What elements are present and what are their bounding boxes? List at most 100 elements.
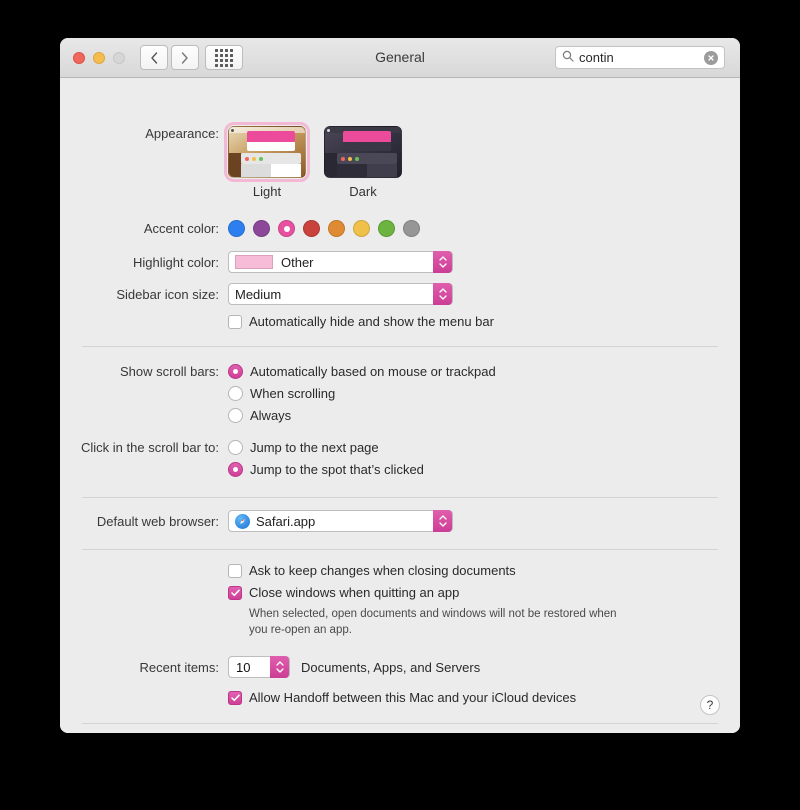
help-button[interactable]: ?: [700, 695, 720, 715]
scroll-click-option-next-page[interactable]: Jump to the next page: [228, 440, 424, 455]
appearance-option-light[interactable]: Light: [224, 122, 310, 199]
chevron-updown-icon[interactable]: [433, 283, 452, 305]
scroll-bars-options: Automatically based on mouse or trackpad…: [228, 364, 496, 423]
scroll-bars-label-scrolling: When scrolling: [250, 386, 336, 401]
dark-theme-label: Dark: [349, 184, 377, 199]
scroll-bars-option-scrolling[interactable]: When scrolling: [228, 386, 496, 401]
scroll-bars-option-always[interactable]: Always: [228, 408, 496, 423]
appearance-option-dark[interactable]: Dark: [324, 126, 402, 199]
accent-swatch-blue[interactable]: [228, 220, 245, 237]
accent-swatch-graphite[interactable]: [403, 220, 420, 237]
thumb-window-titlebar: [343, 131, 391, 142]
scroll-bars-label-always: Always: [250, 408, 292, 423]
sidebar-icon-size-label: Sidebar icon size:: [116, 286, 219, 302]
autohide-menubar-control: Automatically hide and show the menu bar: [228, 314, 494, 329]
handoff-row: Allow Handoff between this Mac and your …: [60, 690, 576, 705]
thumb-document-secondary: [367, 164, 397, 177]
search-input[interactable]: contin: [579, 50, 704, 65]
appearance-label: Appearance:: [145, 126, 219, 141]
checkmark-icon: [230, 694, 240, 701]
scroll-click-row: Click in the scroll bar to: Jump to the …: [60, 440, 424, 477]
accent-swatch-green[interactable]: [378, 220, 395, 237]
accent-swatch-purple[interactable]: [253, 220, 270, 237]
sidebar-icon-size-row: Sidebar icon size: Medium: [60, 283, 453, 305]
accent-color-row: Accent color:: [60, 220, 420, 237]
recent-items-row: Recent items: 10 Documents, Apps, and Se…: [60, 656, 480, 678]
autohide-menubar-checkbox-row[interactable]: Automatically hide and show the menu bar: [228, 314, 494, 329]
scroll-click-label-spot: Jump to the spot that’s clicked: [250, 462, 424, 477]
light-theme-thumbnail[interactable]: [224, 122, 310, 182]
light-theme-label: Light: [252, 184, 282, 199]
chevron-updown-icon[interactable]: [433, 510, 452, 532]
safari-icon: [235, 513, 250, 529]
scroll-bars-radio-scrolling[interactable]: [228, 386, 243, 401]
selected-dot-icon: [283, 225, 290, 232]
thumb-window-body: [343, 142, 391, 151]
scroll-click-radio-spot[interactable]: [228, 462, 243, 477]
handoff-checkbox-row[interactable]: Allow Handoff between this Mac and your …: [228, 690, 576, 705]
apple-icon: [327, 128, 330, 132]
documents-row: Ask to keep changes when closing documen…: [60, 563, 629, 638]
accent-color-label: Accent color:: [143, 221, 219, 236]
autohide-menubar-checkbox[interactable]: [228, 314, 242, 329]
scroll-click-option-spot[interactable]: Jump to the spot that’s clicked: [228, 462, 424, 477]
ask-keep-changes-label: Ask to keep changes when closing documen…: [249, 563, 516, 578]
handoff-checkbox[interactable]: [228, 690, 242, 705]
chevron-updown-icon[interactable]: [433, 251, 452, 273]
handoff-label: Allow Handoff between this Mac and your …: [249, 690, 577, 705]
thumb-document-secondary: [271, 164, 301, 177]
search-icon: [562, 49, 574, 67]
ask-keep-changes-row[interactable]: Ask to keep changes when closing documen…: [228, 563, 629, 578]
close-windows-label: Close windows when quitting an app: [249, 585, 460, 600]
scroll-bars-label: Show scroll bars:: [120, 364, 219, 379]
separator-1: [82, 346, 718, 347]
thumb-window-titlebar: [247, 131, 295, 142]
clear-search-icon[interactable]: [704, 50, 718, 65]
separator-4: [82, 723, 718, 724]
accent-swatch-orange[interactable]: [328, 220, 345, 237]
appearance-options: Light Dark: [224, 122, 402, 199]
documents-options: Ask to keep changes when closing documen…: [228, 563, 629, 638]
scroll-bars-option-auto[interactable]: Automatically based on mouse or trackpad: [228, 364, 496, 379]
sidebar-icon-size-popup[interactable]: Medium: [228, 283, 453, 305]
recent-items-value[interactable]: 10: [229, 660, 250, 675]
search-field[interactable]: contin: [555, 46, 725, 69]
scroll-click-label: Click in the scroll bar to:: [81, 440, 219, 455]
accent-swatch-red[interactable]: [303, 220, 320, 237]
default-browser-popup[interactable]: Safari.app: [228, 510, 453, 532]
scroll-click-radio-next-page[interactable]: [228, 440, 243, 455]
highlight-color-popup[interactable]: Other: [228, 251, 453, 273]
scroll-click-label-next-page: Jump to the next page: [250, 440, 379, 455]
checkmark-icon: [230, 589, 240, 596]
stepper-arrows-icon[interactable]: [270, 656, 289, 678]
scroll-click-options: Jump to the next page Jump to the spot t…: [228, 440, 424, 477]
handoff-control: Allow Handoff between this Mac and your …: [228, 690, 576, 705]
recent-items-control: 10 Documents, Apps, and Servers: [228, 656, 480, 678]
preferences-content: Appearance: Light Dark Accent color: Hig…: [60, 78, 740, 733]
recent-items-label: Recent items:: [139, 659, 219, 675]
autohide-menubar-label: Automatically hide and show the menu bar: [249, 314, 494, 329]
thumb-window-body: [247, 142, 295, 151]
recent-items-stepper[interactable]: 10: [228, 656, 290, 678]
close-windows-row[interactable]: Close windows when quitting an app: [228, 585, 629, 600]
recent-items-suffix: Documents, Apps, and Servers: [301, 659, 481, 675]
accent-swatch-pink[interactable]: [278, 220, 295, 237]
thumb-window-controls: [337, 153, 397, 164]
highlight-color-row: Highlight color: Other: [60, 251, 453, 273]
accent-color-swatches: [228, 220, 420, 237]
highlight-color-swatch: [235, 255, 273, 269]
scroll-bars-radio-auto[interactable]: [228, 364, 243, 379]
close-windows-checkbox[interactable]: [228, 585, 242, 600]
dark-theme-thumbnail[interactable]: [324, 126, 402, 178]
highlight-color-label: Highlight color:: [133, 254, 219, 270]
apple-icon: [231, 128, 234, 132]
scroll-bars-label-auto: Automatically based on mouse or trackpad: [250, 364, 496, 379]
accent-swatch-yellow[interactable]: [353, 220, 370, 237]
default-browser-value: Safari.app: [256, 513, 316, 529]
ask-keep-changes-checkbox[interactable]: [228, 563, 242, 578]
scroll-bars-row: Show scroll bars: Automatically based on…: [60, 364, 496, 423]
system-preferences-window: General contin Appearance: Light Dark Ac…: [60, 38, 740, 733]
default-browser-row: Default web browser: Safari.app: [60, 510, 453, 532]
scroll-bars-radio-always[interactable]: [228, 408, 243, 423]
autohide-menubar-row: Automatically hide and show the menu bar: [60, 314, 494, 329]
